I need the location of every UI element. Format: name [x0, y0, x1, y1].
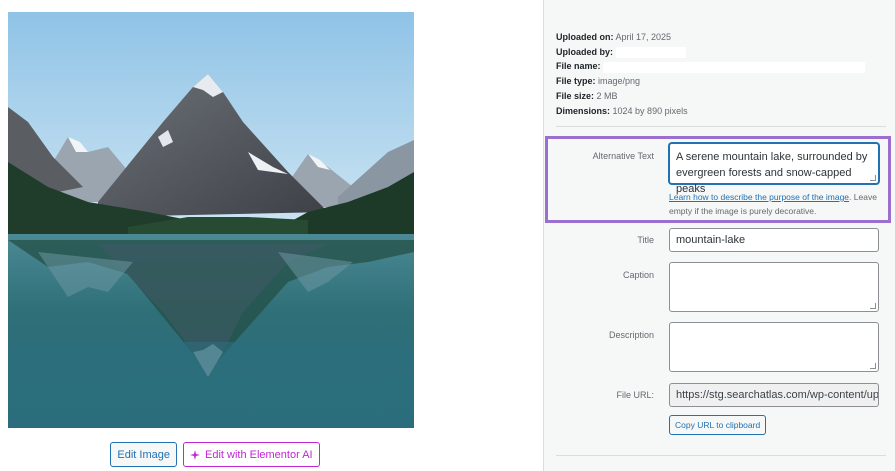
alt-text-help-link[interactable]: Learn how to describe the purpose of the… — [669, 192, 849, 202]
file-size-value: 2 MB — [596, 90, 618, 101]
edit-with-elementor-ai-button[interactable]: Edit with Elementor AI — [182, 442, 320, 467]
file-url-input[interactable]: https://stg.searchatlas.com/wp-content/u… — [669, 383, 879, 407]
uploaded-by-row: Uploaded by: — [556, 45, 865, 60]
resize-handle-icon[interactable] — [870, 175, 876, 181]
edit-image-button[interactable]: Edit Image — [110, 442, 177, 467]
media-preview-pane: Edit Image Edit with Elementor AI — [0, 0, 543, 471]
alt-text-help: Learn how to describe the purpose of the… — [669, 190, 884, 218]
alt-text-input[interactable]: A serene mountain lake, surrounded by ev… — [669, 143, 879, 195]
description-label: Description — [608, 330, 654, 340]
redacted-file-name — [603, 61, 866, 73]
dimensions-row: Dimensions: 1024 by 890 pixels — [556, 104, 865, 119]
description-input[interactable] — [669, 322, 879, 372]
file-size-row: File size: 2 MB — [556, 89, 865, 104]
file-type-label: File type: — [556, 76, 596, 87]
uploaded-by-label: Uploaded by: — [556, 46, 614, 57]
caption-label: Caption — [622, 270, 654, 280]
uploaded-on-value: April 17, 2025 — [615, 32, 672, 42]
file-type-value: image/png — [598, 76, 641, 87]
file-name-row: File name: — [556, 59, 866, 74]
file-size-label: File size: — [556, 90, 595, 101]
metadata-divider — [556, 126, 886, 127]
mountain-lake-image — [8, 12, 414, 428]
file-metadata: Uploaded on: April 17, 2025 Uploaded by:… — [556, 30, 866, 119]
file-name-label: File name: — [556, 61, 601, 72]
resize-handle-icon[interactable] — [870, 363, 876, 369]
file-url-value: https://stg.searchatlas.com/wp-content/u… — [676, 389, 879, 401]
resize-handle-icon[interactable] — [870, 303, 876, 309]
edit-image-label: Edit Image — [117, 448, 170, 461]
copy-url-label: Copy URL to clipboard — [675, 420, 761, 430]
title-value: mountain-lake — [676, 234, 746, 246]
edit-with-elementor-ai-label: Edit with Elementor AI — [204, 448, 313, 461]
attachment-details-pane: Uploaded on: April 17, 2025 Uploaded by:… — [543, 0, 895, 471]
file-url-label: File URL: — [616, 390, 654, 400]
file-type-row: File type: image/png — [556, 74, 865, 89]
sparkle-icon — [189, 449, 200, 460]
dimensions-value: 1024 by 890 pixels — [612, 105, 688, 116]
dimensions-label: Dimensions: — [556, 105, 611, 116]
title-input[interactable]: mountain-lake — [669, 228, 879, 252]
copy-url-button[interactable]: Copy URL to clipboard — [669, 415, 767, 435]
media-actions: Edit Image Edit with Elementor AI — [0, 442, 430, 467]
bottom-divider — [556, 455, 886, 456]
alt-text-label: Alternative Text — [592, 151, 654, 161]
uploaded-on-label: Uploaded on: — [556, 32, 614, 42]
uploaded-on-row: Uploaded on: April 17, 2025 — [556, 30, 865, 45]
redacted-author — [615, 46, 686, 58]
caption-input[interactable] — [669, 262, 879, 312]
title-label: Title — [637, 235, 654, 245]
